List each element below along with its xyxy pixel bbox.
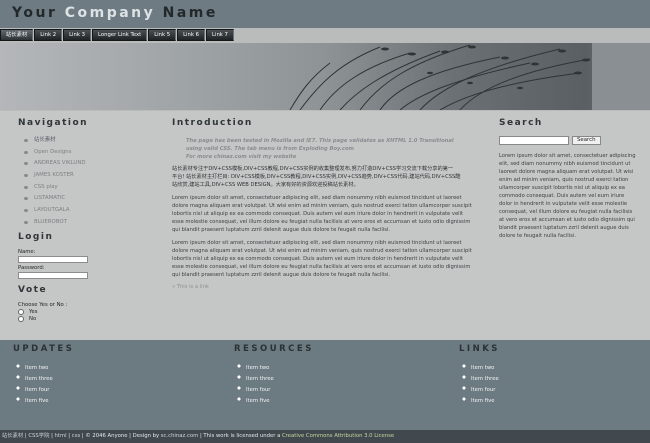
footer-link[interactable]: Item five [246, 396, 314, 407]
introduction-heading: Introduction [172, 118, 253, 128]
footer-link[interactable]: Item four [25, 385, 74, 396]
radio-no[interactable] [18, 315, 24, 322]
resources-column: RESOURCES Item two Item three Item four … [234, 344, 314, 407]
tab-3[interactable]: Link 3 [63, 29, 92, 41]
search-button[interactable]: Search [572, 136, 601, 145]
vote-yes-option[interactable]: Yes [18, 308, 118, 315]
password-label: Password: [18, 264, 45, 271]
intro-line: For more chinaz.com visit my website [186, 154, 297, 160]
vote-no-option[interactable]: No [18, 315, 118, 322]
right-sidebar: Search Search Lorem ipsum dolor sit amet… [499, 118, 639, 240]
updates-heading: UPDATES [13, 344, 75, 354]
updates-column: UPDATES Item two Item three Item four It… [13, 344, 74, 407]
links-heading: LINKS [459, 344, 500, 354]
vote-heading: Vote [18, 284, 48, 295]
logo-text-2: Name [155, 5, 218, 21]
vote-question: Choose Yes or No : [18, 301, 68, 308]
tab-1[interactable]: 站长素材 [0, 29, 34, 41]
search-input[interactable] [499, 136, 569, 145]
vote-yes-label: Yes [29, 308, 38, 315]
header: Your Company Name [0, 0, 650, 28]
search-form: Search [499, 136, 639, 145]
password-input[interactable] [18, 271, 88, 279]
chinese-line: 站欣赏,建站工具,DIV+CSS WEB DESIGN。大家有好的资源欢迎投稿站… [172, 182, 359, 188]
intro-line: The page has been tested in Mozilla and … [186, 138, 454, 144]
copyright-text: © 2046 Anyone | Design by [85, 433, 161, 439]
main-column: Introduction The page has been tested in… [172, 118, 472, 290]
search-heading: Search [499, 118, 543, 128]
tab-menu: 站长素材 Link 2 Link 3 Longer Link Text Link… [0, 29, 235, 41]
tab-6[interactable]: Link 6 [177, 29, 206, 41]
radio-yes[interactable] [18, 308, 24, 315]
resources-list: Item two Item three Item four Item five [246, 363, 314, 407]
footer-link[interactable]: Item five [25, 396, 74, 407]
footer-link[interactable]: Item four [246, 385, 314, 396]
footer-link[interactable]: Item three [246, 374, 314, 385]
links-column: LINKS Item two Item three Item four Item… [459, 344, 500, 407]
grass-silhouette [289, 44, 591, 110]
chinese-paragraph: 站长素材专注于DIV+CSS模板,DIV+CSS教程,DIV+CSS实例的收集整… [172, 165, 472, 189]
footer-link[interactable]: Item three [471, 374, 500, 385]
license-text: | This work is licensed under a [198, 433, 283, 439]
intro-line: using valid CSS. The tab menu is from Ex… [186, 146, 354, 152]
left-sidebar: Navigation 站长素材 Open Designs ANDREAS VIK… [18, 118, 118, 322]
bottom-link-4[interactable]: css [72, 433, 80, 439]
tab-5[interactable]: Link 5 [148, 29, 177, 41]
nav-link[interactable]: Open Designs [24, 147, 118, 159]
footer-link[interactable]: Item two [471, 363, 500, 374]
footer-link[interactable]: Item five [471, 396, 500, 407]
footer-link[interactable]: Item four [471, 385, 500, 396]
nav-link[interactable]: LISTAMATIC [24, 193, 118, 205]
nav-link[interactable]: CSS play [24, 182, 118, 194]
footer-link[interactable]: Item two [25, 363, 74, 374]
login-heading: Login [18, 231, 54, 242]
name-input[interactable] [18, 255, 88, 263]
logo-text-highlight: Company [64, 5, 156, 21]
vote-no-label: No [29, 315, 37, 322]
nav-link[interactable]: 站长素材 [24, 135, 118, 147]
sidebar-text: Lorem ipsum dolor sit amet, consectetuer… [499, 153, 636, 239]
logo-text-1: Your [12, 5, 65, 21]
footer: UPDATES Item two Item three Item four It… [0, 340, 650, 430]
header-banner-image [0, 43, 650, 110]
site-logo[interactable]: Your Company Name [12, 5, 218, 21]
this-is-a-link[interactable]: « This is a link [172, 284, 472, 290]
license-link[interactable]: Creative Commons Attribution 3.0 License [282, 433, 394, 439]
lorem-paragraph: Lorem ipsum dolor sit amet, consectetuer… [172, 240, 472, 278]
bottom-link-1[interactable]: 站长素材 [2, 433, 23, 439]
nav-link[interactable]: ANDREAS VIKLUND [24, 158, 118, 170]
bottom-bar: 站长素材 | CSS学院 | html | css | © 2046 Anyon… [0, 430, 650, 443]
banner-right-panel [592, 43, 650, 110]
name-label: Name: [18, 248, 36, 255]
nav-link[interactable]: LAYOUTGALA [24, 205, 118, 217]
chinese-line: 站长素材专注于DIV+CSS模板,DIV+CSS教程,DIV+CSS实例的收集整… [172, 166, 454, 172]
intro-note: The page has been tested in Mozilla and … [186, 137, 472, 161]
tab-7[interactable]: Link 7 [206, 29, 234, 41]
navigation-heading: Navigation [18, 118, 89, 128]
resources-heading: RESOURCES [234, 344, 314, 354]
bottom-link-3[interactable]: html [55, 433, 67, 439]
chinese-line: 平台! 站长素材主打栏目: DIV+CSS模板,DIV+CSS教程,DIV+CS… [172, 174, 461, 180]
tab-4[interactable]: Longer Link Text [92, 29, 148, 41]
bottom-link-2[interactable]: CSS学院 [28, 433, 49, 439]
footer-link[interactable]: Item three [25, 374, 74, 385]
tab-2[interactable]: Link 2 [34, 29, 63, 41]
nav-link[interactable]: JAMES KOSTER [24, 170, 118, 182]
footer-link[interactable]: Item two [246, 363, 314, 374]
nav-link[interactable]: BLUEROBOT [24, 217, 118, 229]
navigation-list: 站长素材 Open Designs ANDREAS VIKLUND JAMES … [24, 135, 118, 229]
lorem-paragraph: Lorem ipsum dolor sit amet, consectetuer… [172, 195, 472, 233]
links-list: Item two Item three Item four Item five [471, 363, 500, 407]
designer-link[interactable]: sc.chinaz.com [161, 433, 198, 439]
updates-list: Item two Item three Item four Item five [25, 363, 74, 407]
